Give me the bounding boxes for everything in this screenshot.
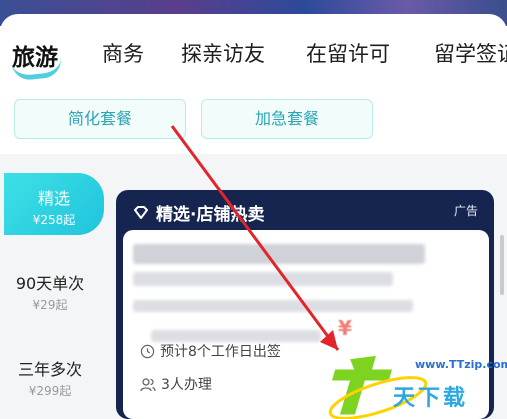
sidebar-item-3year-multi[interactable]: 三年多次 ¥299起	[0, 356, 100, 399]
applicant-count-text: 3人办理	[161, 377, 212, 393]
ad-badge: 广告	[453, 204, 478, 218]
simplified-package-button[interactable]: 简化套餐	[14, 99, 186, 139]
blurred-product-title	[133, 272, 393, 286]
watermark-url: www.TTzip.com	[415, 358, 507, 371]
applicant-count: 3人办理	[140, 374, 212, 394]
clock-icon	[140, 344, 155, 358]
tab-business[interactable]: 商务	[102, 38, 144, 68]
blurred-product-title	[133, 244, 425, 264]
scroll-indicator	[500, 235, 504, 295]
sidebar-item-label: 三年多次	[17, 360, 82, 379]
ad-card-title: 精选·店铺热卖	[156, 205, 265, 225]
processing-time-text: 预计8个工作日出签	[160, 344, 281, 360]
sidebar-item-price: ¥258起	[32, 213, 76, 227]
users-icon	[140, 377, 156, 391]
sidebar-item-90day-single[interactable]: 90天单次 ¥29起	[0, 270, 100, 313]
sidebar-item-label: 90天单次	[15, 274, 85, 293]
sidebar-item-label: 精选	[37, 189, 70, 208]
sidebar-item-price: ¥29起	[32, 298, 68, 312]
tab-study-visa[interactable]: 留学签证	[434, 38, 507, 68]
tab-residence-permit[interactable]: 在留许可	[306, 38, 390, 68]
sidebar-item-featured[interactable]: 精选 ¥258起	[4, 173, 104, 235]
tab-family-visit[interactable]: 探亲访友	[181, 38, 265, 68]
express-package-button[interactable]: 加急套餐	[201, 99, 373, 139]
processing-time: 预计8个工作日出签	[140, 341, 281, 361]
watermark-brand: 天下载	[393, 386, 469, 411]
blurred-price: ¥	[338, 316, 352, 340]
diamond-icon	[134, 206, 148, 219]
blurred-product-tags	[133, 300, 413, 312]
visa-type-tabs: 旅游 商务 探亲访友 在留许可 留学签证	[0, 38, 507, 78]
sidebar-item-price: ¥299起	[28, 384, 72, 398]
